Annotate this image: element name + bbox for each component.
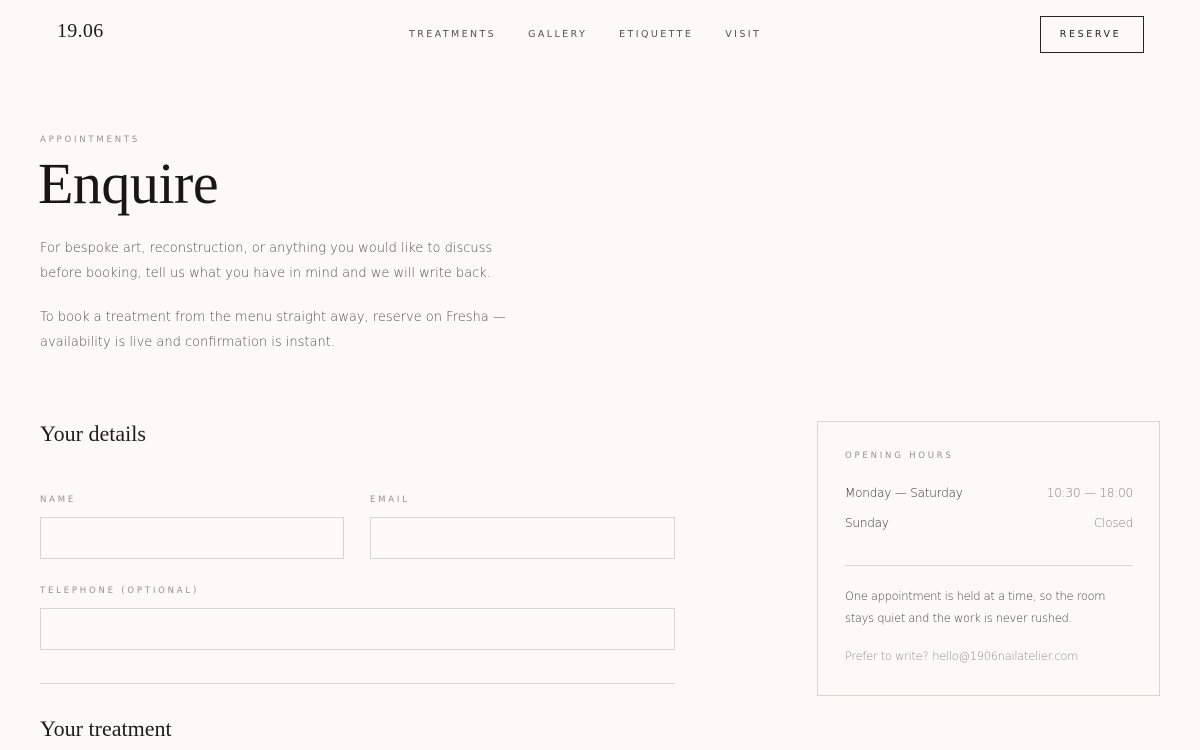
hours-time: Closed — [1093, 516, 1133, 530]
page-title: Enquire — [38, 151, 219, 216]
details-heading: Your details — [40, 421, 146, 446]
nav-link-gallery[interactable]: GALLERY — [528, 29, 587, 40]
hours-time: 10:30 — 18:00 — [1046, 486, 1133, 500]
treatment-heading: Your treatment — [40, 716, 172, 741]
telephone-label: TELEPHONE (OPTIONAL) — [40, 586, 200, 596]
name-input[interactable] — [40, 517, 344, 559]
contact-email-link[interactable]: hello@1906nailatelier.com — [932, 649, 1078, 663]
name-label: NAME — [40, 495, 77, 505]
site-header: 19.06 TREATMENTS GALLERY ETIQUETTE VISIT… — [0, 0, 1200, 70]
nav-link-etiquette[interactable]: ETIQUETTE — [619, 29, 693, 40]
main-nav: TREATMENTS GALLERY ETIQUETTE VISIT — [409, 29, 793, 40]
telephone-input[interactable] — [40, 608, 675, 650]
section-eyebrow: APPOINTMENTS — [40, 135, 141, 145]
opening-hours-eyebrow: OPENING HOURS — [845, 451, 954, 461]
intro-paragraph-fresha: To book a treatment from the menu straig… — [40, 310, 506, 350]
hours-note: One appointment is held at a time, so th… — [845, 589, 1106, 625]
hours-day: Monday — Saturday — [845, 486, 963, 500]
email-label: EMAIL — [370, 495, 410, 505]
form-divider — [40, 683, 675, 684]
hours-day: Sunday — [845, 516, 889, 530]
contact-prefix: Prefer to write? — [845, 649, 929, 663]
opening-hours-card: OPENING HOURS Monday — Saturday 10:30 — … — [817, 421, 1160, 696]
site-logo[interactable]: 19.06 — [57, 20, 104, 43]
reserve-button[interactable]: RESERVE — [1040, 16, 1144, 53]
intro-paragraph-bespoke: For bespoke art, reconstruction, or anyt… — [40, 241, 493, 281]
hours-row: Monday — Saturday 10:30 — 18:00 — [845, 486, 1133, 500]
hours-row: Sunday Closed — [845, 516, 1133, 530]
contact-line: Prefer to write? hello@1906nailatelier.co… — [845, 649, 1078, 663]
email-input[interactable] — [370, 517, 675, 559]
hours-divider — [845, 565, 1133, 566]
nav-link-visit[interactable]: VISIT — [725, 29, 761, 40]
nav-link-treatments[interactable]: TREATMENTS — [409, 29, 496, 40]
